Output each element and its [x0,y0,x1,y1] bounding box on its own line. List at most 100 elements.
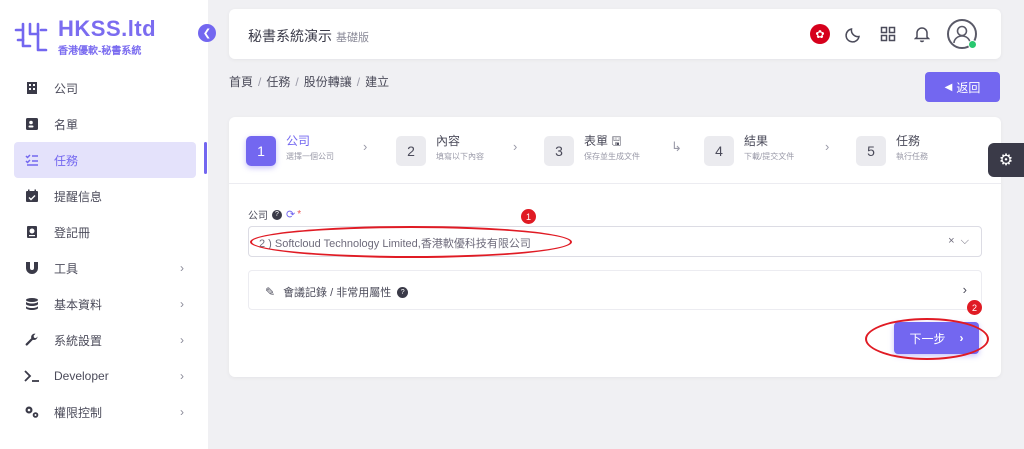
online-status-dot [968,40,977,49]
calendar-check-icon [24,188,40,204]
contact-card-icon [24,116,40,132]
cogs-icon [24,404,40,420]
breadcrumb-share-transfer[interactable]: 股份轉讓 [304,75,352,89]
sidebar-item-system-settings[interactable]: 系統設置 › [14,322,196,358]
building-icon [24,80,40,96]
step-number: 3 [544,136,574,166]
sidebar-item-label: 基本資料 [54,297,103,312]
sidebar-item-list[interactable]: 名單 [14,106,196,142]
sidebar-item-company[interactable]: 公司 [14,70,196,106]
chevron-right-icon: › [513,139,518,154]
sidebar-item-label: 登記冊 [54,225,91,240]
chevron-down-icon[interactable]: ⌵ [961,235,969,247]
back-button-label: 返回 [956,80,981,95]
step-description: 下載/提交文件 [744,152,795,161]
chevron-right-icon: › [180,369,184,383]
sidebar-item-register[interactable]: 登記冊 [14,214,196,250]
step-description: 填寫以下內容 [436,152,484,161]
chevron-right-icon: › [180,405,184,419]
refresh-icon[interactable]: ⟳ [286,208,295,221]
breadcrumb-home[interactable]: 首頁 [229,75,253,89]
step-content[interactable]: 2 內容 填寫以下內容 [396,134,484,166]
breadcrumb-create: 建立 [365,75,390,89]
sidebar-item-permissions[interactable]: 權限控制 › [14,394,196,430]
sidebar-item-label: 工具 [54,261,79,276]
meeting-panel-label: 會議記錄 / 非常用屬性 [283,287,392,299]
sidebar-item-reminders[interactable]: 提醒信息 [14,178,196,214]
sidebar-item-developer[interactable]: Developer › [14,358,196,394]
app-title: 秘書系統演示 基礎版 [248,26,369,46]
breadcrumb: 首頁 / 任務 / 股份轉讓 / 建立 [229,75,390,89]
customizer-toggle[interactable]: ⚙ [988,143,1024,177]
step-number: 1 [246,136,276,166]
chevron-left-icon: ❮ [202,27,212,39]
step-title: 結果 [744,134,769,148]
annotation-badge-1: 1 [521,209,536,224]
logo-mark-icon [14,22,48,51]
pencil-icon: ✎ [265,285,276,299]
next-button-label: 下一步 [909,331,946,346]
active-indicator [204,142,207,174]
chevron-right-icon: › [959,331,964,345]
step-description: 執行任務 [896,152,928,161]
help-icon[interactable]: ? [397,286,409,298]
next-step-button[interactable]: 下一步 › [894,322,979,354]
theme-toggle[interactable] [843,23,865,45]
sidebar-item-label: 系統設置 [54,333,103,348]
sidebar-item-label: 公司 [54,81,79,96]
logo[interactable]: HKSS.ltd 香港優軟-秘書系統 [12,18,156,57]
clear-icon[interactable]: × [948,235,954,247]
step-result[interactable]: 4 結果 下載/提交文件 [704,134,794,166]
sidebar-item-label: 名單 [54,117,79,132]
sidebar-item-tools[interactable]: 工具 › [14,250,196,286]
step-form[interactable]: 3 表單 🖫 保存並生成文件 [544,134,640,166]
sidebar-item-label: 任務 [54,153,79,168]
step-number: 4 [704,136,734,166]
logo-title: HKSS.ltd [58,16,157,41]
register-book-icon [24,224,40,240]
step-title: 任務 [896,134,921,148]
sidebar-item-label: Developer [54,369,109,383]
meeting-records-panel[interactable]: ✎ 會議記錄 / 非常用屬性 ? › [248,270,982,310]
step-description: 保存並生成文件 [584,152,640,161]
moon-icon [845,28,860,43]
magnet-icon [24,260,40,276]
sidebar-menu: 公司 名單 任務 提醒信息 登記冊 工具 › 基本資料 › 系統設置 › Dev… [14,70,196,430]
top-navbar: 秘書系統演示 基礎版 ✿ [229,9,1001,59]
company-field-label: 公司 ? ⟳ * [248,207,301,222]
chevron-right-icon: › [180,333,184,347]
sidebar: HKSS.ltd 香港優軟-秘書系統 公司 名單 任務 提醒信息 登記冊 工具 … [0,0,208,449]
step-number: 2 [396,136,426,166]
chevron-right-icon: › [825,139,830,154]
save-icon: 🖫 [611,134,622,148]
wrench-icon [24,332,40,348]
step-company[interactable]: 1 公司 選擇一個公司 [246,134,334,166]
step-title: 公司 [286,134,311,148]
navbar-icons: ✿ [797,19,977,49]
terminal-icon [24,368,40,384]
notifications-button[interactable] [911,23,933,45]
user-avatar-icon[interactable] [947,19,977,49]
company-label-text: 公司 [248,211,268,222]
chevron-right-icon: › [180,297,184,311]
step-description: 選擇一個公司 [286,152,334,161]
breadcrumb-tasks[interactable]: 任務 [266,75,290,89]
sidebar-item-basic-data[interactable]: 基本資料 › [14,286,196,322]
step-number: 5 [856,136,886,166]
apps-shortcut[interactable] [877,23,899,45]
sidebar-item-label: 提醒信息 [54,189,103,204]
app-edition: 基礎版 [336,32,369,44]
company-select[interactable]: 2 ) Softcloud Technology Limited,香港軟優科技有… [248,226,982,257]
sidebar-collapse-button[interactable]: ❮ [198,24,216,42]
language-switcher[interactable]: ✿ [809,23,831,45]
annotation-badge-2: 2 [967,300,982,315]
app-title-text: 秘書系統演示 [248,28,332,44]
help-icon[interactable]: ? [272,209,282,220]
chevron-right-icon: › [363,139,368,154]
checklist-icon [24,152,40,168]
step-task[interactable]: 5 任務 執行任務 [856,134,928,166]
back-button[interactable]: ◀ 返回 [925,72,1000,102]
hk-flag-icon: ✿ [810,24,830,44]
gear-icon: ⚙ [998,152,1014,169]
sidebar-item-tasks[interactable]: 任務 [14,142,196,178]
